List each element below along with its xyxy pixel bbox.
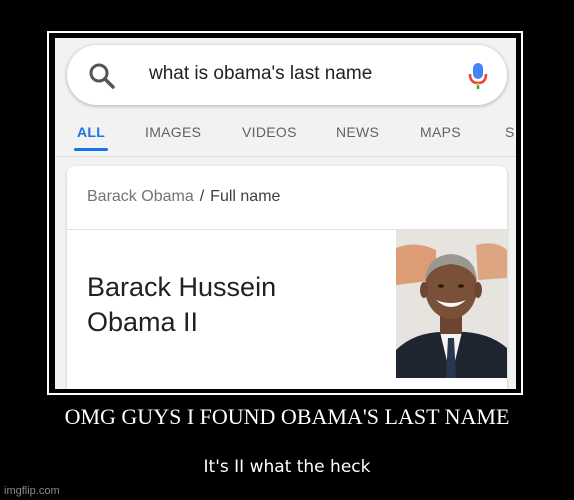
tab-all[interactable]: ALL	[77, 124, 105, 140]
active-tab-indicator	[74, 148, 108, 151]
tab-maps[interactable]: MAPS	[420, 124, 461, 140]
tabs-divider	[55, 156, 516, 157]
search-input[interactable]: what is obama's last name	[149, 63, 372, 85]
search-tabs: ALL IMAGES VIDEOS NEWS MAPS S	[55, 124, 516, 154]
answer-line-1: Barack Hussein	[87, 272, 277, 302]
google-screenshot: what is obama's last name ALL IMAGES VID…	[55, 38, 516, 389]
knowledge-card: Barack Obama / Full name Barack Hussein Ob…	[67, 166, 507, 389]
microphone-icon[interactable]	[467, 61, 489, 91]
tab-images[interactable]: IMAGES	[145, 124, 201, 140]
tab-videos[interactable]: VIDEOS	[242, 124, 297, 140]
imgflip-watermark: imgflip.com	[4, 485, 60, 497]
answer-text: Barack Hussein Obama II	[87, 270, 337, 340]
tab-shopping[interactable]: S	[505, 124, 515, 140]
caption-subtitle: It's II what the heck	[203, 457, 371, 477]
breadcrumb-separator: /	[199, 188, 205, 205]
search-icon[interactable]	[87, 61, 117, 91]
breadcrumb: Barack Obama / Full name	[87, 188, 280, 206]
search-bar[interactable]: what is obama's last name	[67, 45, 507, 105]
portrait-photo[interactable]	[396, 230, 507, 378]
breadcrumb-attribute: Full name	[210, 188, 281, 205]
tab-news[interactable]: NEWS	[336, 124, 379, 140]
caption-title: OMG GUYS I FOUND OBAMA'S LAST NAME	[64, 404, 510, 429]
breadcrumb-entity-link[interactable]: Barack Obama	[87, 188, 194, 205]
answer-line-2: Obama II	[87, 307, 199, 337]
